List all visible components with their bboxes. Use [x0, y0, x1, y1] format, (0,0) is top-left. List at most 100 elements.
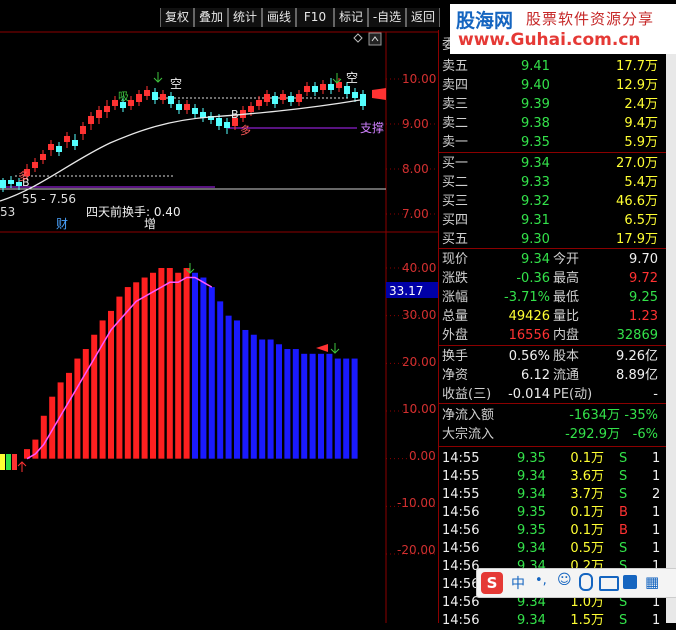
- punctuation-icon[interactable]: •,: [535, 573, 547, 588]
- trade-price: 9.34: [517, 487, 546, 502]
- bull-signal-label: 多: [18, 169, 29, 183]
- candle-body: [136, 94, 142, 102]
- order-price: 9.31: [521, 213, 550, 228]
- skin-icon[interactable]: [623, 575, 637, 589]
- order-level-label: 买一: [442, 156, 469, 171]
- stat-row[interactable]: 现价 9.34 今开 9.70: [439, 250, 664, 269]
- indicator-bar: [40, 415, 47, 459]
- stat-label: 涨跌: [442, 271, 469, 286]
- tick-trade-row[interactable]: 14:56 9.34 0.5万 S 1: [439, 539, 664, 558]
- bull-signal-label: 多: [240, 123, 251, 137]
- fundamental-label: 收益(三): [442, 387, 492, 402]
- order-volume: 27.0万: [616, 156, 658, 171]
- ime-mode-label[interactable]: 中: [511, 573, 525, 593]
- emoji-icon[interactable]: ☺: [557, 572, 572, 588]
- indicator-bar: [158, 268, 165, 459]
- fundamental-row[interactable]: 收益(三) -0.014 PE(动) -: [439, 385, 664, 404]
- flow-amount: -1634万: [569, 408, 620, 423]
- sell-order-row[interactable]: 卖三 9.39 2.4万: [439, 95, 664, 114]
- keyboard-icon[interactable]: [599, 576, 619, 591]
- stat-value: 9.72: [629, 271, 658, 286]
- remove-favorite-button[interactable]: -自选: [368, 8, 406, 27]
- fundamental-row[interactable]: 净资 6.12 流通 8.89亿: [439, 366, 664, 385]
- candle-body: [56, 146, 62, 152]
- order-level-label: 买四: [442, 213, 469, 228]
- stat-row[interactable]: 总量 49426 量比 1.23: [439, 307, 664, 326]
- trade-time: 14:56: [442, 523, 480, 538]
- buy-order-row[interactable]: 买一 9.34 27.0万: [439, 154, 664, 173]
- empty-signal-label: 空: [346, 71, 358, 85]
- buy-order-row[interactable]: 买三 9.32 46.6万: [439, 192, 664, 211]
- microphone-icon[interactable]: [579, 573, 593, 591]
- brand-url[interactable]: www.Guhai.com.cn: [458, 30, 641, 50]
- side-toolbar[interactable]: [666, 54, 676, 623]
- stat-row[interactable]: 涨跌 -0.36 最高 9.72: [439, 269, 664, 288]
- signal-block: [0, 454, 5, 470]
- draw-line-button[interactable]: 画线: [262, 8, 296, 27]
- capital-flow-row[interactable]: 净流入额 -1634万 -35%: [439, 406, 664, 425]
- back-button[interactable]: 返回: [406, 8, 440, 27]
- chart-area[interactable]: 10.00 9.00 8.00 7.00 支撑 空 空 B B 吸 多 多 53…: [0, 30, 438, 623]
- buy-signal-label: B: [231, 108, 239, 121]
- stat-label: 内盘: [553, 328, 580, 343]
- tick-trade-row[interactable]: 14:55 9.34 3.6万 S 1: [439, 467, 664, 486]
- tick-trade-row[interactable]: 14:56 9.35 0.1万 B 1: [439, 521, 664, 540]
- toolbox-icon[interactable]: ▦: [645, 573, 659, 591]
- trade-volume: 0.1万: [570, 523, 604, 538]
- divider: [439, 403, 667, 404]
- capital-flow-row[interactable]: 大宗流入 -292.9万 -6%: [439, 425, 664, 444]
- sogou-icon[interactable]: S: [481, 572, 503, 594]
- buy-order-row[interactable]: 买五 9.30 17.9万: [439, 230, 664, 249]
- price-axis: 10.00 9.00 8.00 7.00: [402, 72, 436, 221]
- candle-body: [264, 94, 270, 102]
- trade-side: S: [619, 541, 628, 556]
- tick-trade-row[interactable]: 14:56 9.34 1.5万 S 1: [439, 611, 664, 630]
- buy-order-row[interactable]: 买四 9.31 6.5万: [439, 211, 664, 230]
- mark-button[interactable]: 标记: [334, 8, 368, 27]
- collapse-icon[interactable]: [368, 32, 382, 46]
- stat-row[interactable]: 涨幅 -3.71% 最低 9.25: [439, 288, 664, 307]
- diamond-icon[interactable]: [353, 33, 363, 43]
- trade-time: 14:55: [442, 487, 480, 502]
- ime-toolbar[interactable]: S 中 •, ☺ ▦: [476, 568, 676, 598]
- fundamental-label: 流通: [553, 368, 580, 383]
- fuquan-button[interactable]: 复权: [160, 8, 194, 27]
- order-price: 9.41: [521, 59, 550, 74]
- order-volume: 6.5万: [624, 213, 658, 228]
- fundamental-value: 6.12: [521, 368, 550, 383]
- statistics-button[interactable]: 统计: [228, 8, 262, 27]
- fundamental-row[interactable]: 换手 0.56% 股本 9.26亿: [439, 347, 664, 366]
- overlay-button[interactable]: 叠加: [194, 8, 228, 27]
- order-price: 9.38: [521, 116, 550, 131]
- indicator-bar: [242, 329, 249, 459]
- price-tick: 7.00: [402, 207, 429, 221]
- red-flag-icon: [372, 88, 386, 100]
- sell-order-row[interactable]: 卖四 9.40 12.9万: [439, 76, 664, 95]
- trade-volume: 0.1万: [570, 451, 604, 466]
- sell-order-row[interactable]: 卖五 9.41 17.7万: [439, 57, 664, 76]
- buy-order-row[interactable]: 买二 9.33 5.4万: [439, 173, 664, 192]
- candle-body: [104, 106, 110, 112]
- order-volume: 9.4万: [624, 116, 658, 131]
- trade-time: 14:55: [442, 469, 480, 484]
- sell-order-row[interactable]: 卖一 9.35 5.9万: [439, 133, 664, 152]
- tick-trade-row[interactable]: 14:56 9.35 0.1万 B 1: [439, 503, 664, 522]
- trade-time: 14:56: [442, 559, 480, 574]
- order-price: 9.40: [521, 78, 550, 93]
- trade-side: S: [619, 487, 628, 502]
- candle-body: [168, 96, 174, 104]
- f10-button[interactable]: F10: [296, 8, 334, 27]
- stat-label: 总量: [442, 309, 469, 324]
- divider: [439, 446, 667, 447]
- candle-body: [256, 100, 262, 106]
- indicator-tick: 20.00: [402, 355, 436, 369]
- trade-count: 1: [652, 505, 661, 520]
- sell-order-row[interactable]: 卖二 9.38 9.4万: [439, 114, 664, 133]
- tick-trade-row[interactable]: 14:55 9.35 0.1万 S 1: [439, 449, 664, 468]
- trade-side: S: [619, 613, 628, 628]
- stat-row[interactable]: 外盘 16556 内盘 32869: [439, 326, 664, 345]
- fundamental-value: 8.89亿: [616, 368, 658, 383]
- indicator-bar: [91, 334, 98, 459]
- tick-trade-row[interactable]: 14:55 9.34 3.7万 S 2: [439, 485, 664, 504]
- indicator-bar: [250, 334, 257, 459]
